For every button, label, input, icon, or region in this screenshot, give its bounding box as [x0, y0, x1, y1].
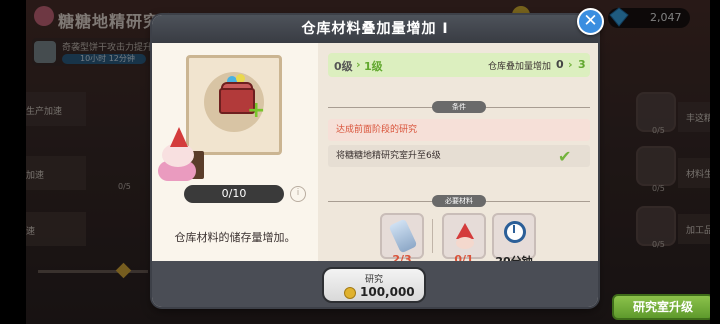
checkmark-icon: ✔: [558, 147, 572, 166]
gnome-cookie-character: [156, 127, 204, 183]
coin-icon: [344, 287, 356, 299]
item-description: 仓库材料的储存量增加。: [174, 231, 296, 244]
condition-met: 将糖糖地精研究室升至6级: [328, 145, 590, 167]
materials-label: 必要材料: [432, 195, 486, 207]
plus-icon: +: [247, 98, 266, 123]
clock-icon: [504, 221, 526, 243]
gnome-hat-icon: [170, 127, 188, 147]
info-icon[interactable]: i: [290, 186, 306, 202]
stack-from: 0: [556, 58, 564, 71]
level-to: 1级: [364, 60, 383, 73]
condition-unmet: 达成前面阶段的研究: [328, 119, 590, 141]
gnome-face: [456, 237, 474, 249]
modal-footer: 研究 100,000: [152, 261, 598, 307]
item-pane: + 0/10 i 仓库材料的储存量增加。: [152, 43, 318, 261]
chevron-right-icon: ›: [356, 58, 361, 71]
conditions-header: 条件: [328, 101, 590, 113]
materials-header: 必要材料: [328, 195, 590, 207]
research-button-label: 研究: [364, 275, 383, 285]
stack-label: 仓库叠加量增加: [488, 62, 552, 72]
details-pane: 0级 › 1级 仓库叠加量增加 0 › 3 条件 达成前面阶段的研究 将糖糖地精…: [318, 43, 598, 268]
stack-to: 3: [578, 58, 586, 71]
sugar-crystal-icon: [388, 218, 418, 254]
modal-title: 仓库材料叠加量增加 I: [152, 15, 598, 43]
research-progress: 0/10: [184, 185, 284, 203]
clock-hand: [513, 225, 515, 233]
level-from: 0级: [334, 60, 353, 73]
divider: [432, 219, 433, 253]
screen-edge-right: [710, 0, 720, 324]
chevron-right-icon: ›: [568, 58, 573, 71]
research-modal: 仓库材料叠加量增加 I + 0/10 i 仓库材料的储存量增加。 0级 › 1级…: [152, 15, 598, 307]
close-button[interactable]: ✕: [577, 8, 604, 35]
lab-upgrade-button[interactable]: 研究室升级: [612, 294, 714, 320]
conditions-label: 条件: [432, 101, 486, 113]
screen-edge-left: [0, 0, 26, 324]
research-cost: 100,000: [360, 285, 415, 299]
research-button[interactable]: 研究 100,000: [322, 267, 426, 303]
